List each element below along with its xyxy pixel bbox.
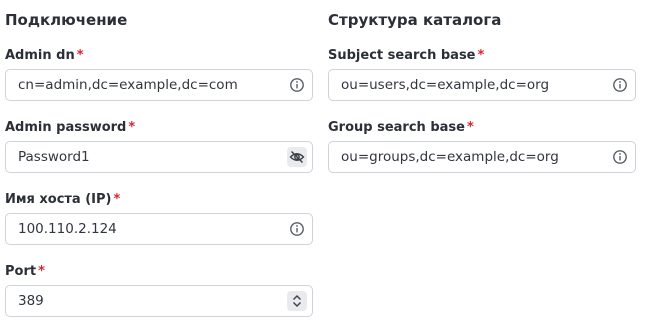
subject-search-base-input[interactable]: ou=users,dc=example,dc=org — [328, 69, 636, 101]
required-mark: * — [76, 48, 84, 63]
admin-dn-value: cn=admin,dc=example,dc=com — [18, 77, 238, 93]
admin-password-label: Admin password * — [5, 120, 136, 135]
required-mark: * — [128, 120, 136, 135]
admin-password-input[interactable]: Password1 — [5, 141, 313, 173]
port-value: 389 — [18, 293, 44, 309]
admin-dn-field: Admin dn * cn=admin,dc=example,dc=com — [5, 47, 313, 101]
admin-dn-label: Admin dn * — [5, 48, 84, 63]
port-input[interactable]: 389 — [5, 285, 313, 317]
info-icon[interactable] — [289, 77, 305, 93]
spinner-arrows-icon[interactable] — [287, 291, 307, 311]
group-search-base-label: Group search base * — [328, 120, 474, 135]
info-icon[interactable] — [289, 221, 305, 237]
required-mark: * — [477, 48, 485, 63]
info-icon[interactable] — [612, 77, 628, 93]
group-search-base-field: Group search base * ou=groups,dc=example,… — [328, 119, 636, 173]
admin-password-value: Password1 — [18, 149, 90, 165]
host-label: Имя хоста (IP) * — [5, 192, 121, 207]
required-mark: * — [466, 120, 474, 135]
required-mark: * — [38, 264, 45, 279]
host-value: 100.110.2.124 — [18, 221, 117, 237]
subject-search-base-label: Subject search base * — [328, 48, 485, 63]
catalog-section-title: Структура каталога — [328, 11, 502, 29]
admin-dn-input[interactable]: cn=admin,dc=example,dc=com — [5, 69, 313, 101]
info-icon[interactable] — [612, 149, 628, 165]
host-field: Имя хоста (IP) * 100.110.2.124 — [5, 191, 313, 245]
group-search-base-value: ou=groups,dc=example,dc=org — [341, 149, 559, 165]
subject-search-base-field: Subject search base * ou=users,dc=example… — [328, 47, 636, 101]
required-mark: * — [113, 192, 121, 207]
port-field: Port * 389 — [5, 263, 313, 317]
port-label: Port * — [5, 264, 45, 279]
host-input[interactable]: 100.110.2.124 — [5, 213, 313, 245]
subject-search-base-value: ou=users,dc=example,dc=org — [341, 77, 550, 93]
eye-off-icon[interactable] — [287, 147, 307, 167]
group-search-base-input[interactable]: ou=groups,dc=example,dc=org — [328, 141, 636, 173]
connection-section-title: Подключение — [5, 11, 128, 29]
admin-password-field: Admin password * Password1 — [5, 119, 313, 173]
